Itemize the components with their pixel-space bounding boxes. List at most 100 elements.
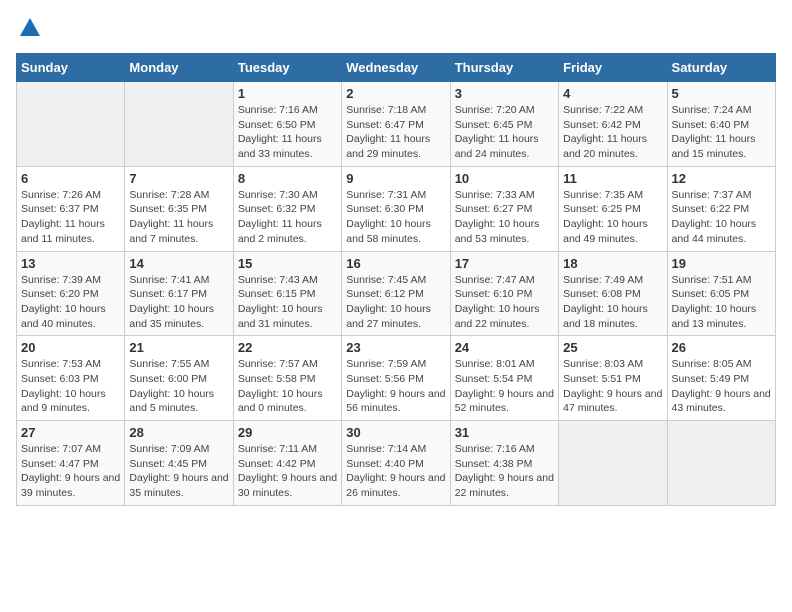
day-number: 29 [238, 425, 337, 440]
calendar-cell: 3 Sunrise: 7:20 AMSunset: 6:45 PMDaylight… [450, 82, 558, 167]
day-info: Sunrise: 7:37 AMSunset: 6:22 PMDaylight:… [672, 188, 771, 247]
calendar-cell: 15 Sunrise: 7:43 AMSunset: 6:15 PMDayligh… [233, 251, 341, 336]
column-header-tuesday: Tuesday [233, 54, 341, 82]
day-info: Sunrise: 7:45 AMSunset: 6:12 PMDaylight:… [346, 273, 445, 332]
calendar-cell: 28 Sunrise: 7:09 AMSunset: 4:45 PMDayligh… [125, 421, 233, 506]
day-info: Sunrise: 8:01 AMSunset: 5:54 PMDaylight:… [455, 357, 554, 416]
column-header-saturday: Saturday [667, 54, 775, 82]
calendar-cell [125, 82, 233, 167]
day-number: 6 [21, 171, 120, 186]
day-info: Sunrise: 7:09 AMSunset: 4:45 PMDaylight:… [129, 442, 228, 501]
day-info: Sunrise: 7:26 AMSunset: 6:37 PMDaylight:… [21, 188, 120, 247]
calendar-cell: 6 Sunrise: 7:26 AMSunset: 6:37 PMDaylight… [17, 166, 125, 251]
day-number: 12 [672, 171, 771, 186]
calendar-cell: 4 Sunrise: 7:22 AMSunset: 6:42 PMDaylight… [559, 82, 667, 167]
calendar-cell: 5 Sunrise: 7:24 AMSunset: 6:40 PMDaylight… [667, 82, 775, 167]
day-info: Sunrise: 7:22 AMSunset: 6:42 PMDaylight:… [563, 103, 662, 162]
calendar-week-row: 13Sunrise: 7:39 AMSunset: 6:20 PMDayligh… [17, 251, 776, 336]
calendar-cell: 19Sunrise: 7:51 AMSunset: 6:05 PMDayligh… [667, 251, 775, 336]
calendar-cell: 8Sunrise: 7:30 AMSunset: 6:32 PMDaylight… [233, 166, 341, 251]
calendar-cell: 1 Sunrise: 7:16 AMSunset: 6:50 PMDaylight… [233, 82, 341, 167]
calendar-cell: 10 Sunrise: 7:33 AMSunset: 6:27 PMDayligh… [450, 166, 558, 251]
day-number: 4 [563, 86, 662, 101]
calendar-cell: 25 Sunrise: 8:03 AMSunset: 5:51 PMDayligh… [559, 336, 667, 421]
day-number: 16 [346, 256, 445, 271]
page-header [16, 16, 776, 45]
day-info: Sunrise: 7:41 AMSunset: 6:17 PMDaylight:… [129, 273, 228, 332]
column-header-monday: Monday [125, 54, 233, 82]
day-info: Sunrise: 7:14 AMSunset: 4:40 PMDaylight:… [346, 442, 445, 501]
day-number: 11 [563, 171, 662, 186]
calendar-cell: 27 Sunrise: 7:07 AMSunset: 4:47 PMDayligh… [17, 421, 125, 506]
calendar-week-row: 20 Sunrise: 7:53 AMSunset: 6:03 PMDayligh… [17, 336, 776, 421]
day-info: Sunrise: 7:30 AMSunset: 6:32 PMDaylight:… [238, 188, 337, 247]
day-info: Sunrise: 8:03 AMSunset: 5:51 PMDaylight:… [563, 357, 662, 416]
day-number: 5 [672, 86, 771, 101]
day-number: 17 [455, 256, 554, 271]
day-number: 14 [129, 256, 228, 271]
calendar-cell: 21 Sunrise: 7:55 AMSunset: 6:00 PMDayligh… [125, 336, 233, 421]
column-header-wednesday: Wednesday [342, 54, 450, 82]
day-number: 27 [21, 425, 120, 440]
day-info: Sunrise: 7:33 AMSunset: 6:27 PMDaylight:… [455, 188, 554, 247]
calendar-cell [667, 421, 775, 506]
calendar-cell: 29 Sunrise: 7:11 AMSunset: 4:42 PMDayligh… [233, 421, 341, 506]
calendar-cell: 22 Sunrise: 7:57 AMSunset: 5:58 PMDayligh… [233, 336, 341, 421]
day-number: 7 [129, 171, 228, 186]
calendar-cell: 20 Sunrise: 7:53 AMSunset: 6:03 PMDayligh… [17, 336, 125, 421]
day-number: 9 [346, 171, 445, 186]
day-number: 13 [21, 256, 120, 271]
calendar-week-row: 27 Sunrise: 7:07 AMSunset: 4:47 PMDayligh… [17, 421, 776, 506]
day-number: 1 [238, 86, 337, 101]
day-info: Sunrise: 7:16 AMSunset: 4:38 PMDaylight:… [455, 442, 554, 501]
calendar-cell: 30Sunrise: 7:14 AMSunset: 4:40 PMDayligh… [342, 421, 450, 506]
column-header-friday: Friday [559, 54, 667, 82]
day-info: Sunrise: 7:43 AMSunset: 6:15 PMDaylight:… [238, 273, 337, 332]
logo [16, 16, 42, 45]
day-info: Sunrise: 7:59 AMSunset: 5:56 PMDaylight:… [346, 357, 445, 416]
calendar-cell: 24 Sunrise: 8:01 AMSunset: 5:54 PMDayligh… [450, 336, 558, 421]
day-number: 18 [563, 256, 662, 271]
day-number: 3 [455, 86, 554, 101]
day-info: Sunrise: 7:16 AMSunset: 6:50 PMDaylight:… [238, 103, 337, 162]
day-number: 31 [455, 425, 554, 440]
day-number: 23 [346, 340, 445, 355]
day-info: Sunrise: 7:11 AMSunset: 4:42 PMDaylight:… [238, 442, 337, 501]
day-info: Sunrise: 7:07 AMSunset: 4:47 PMDaylight:… [21, 442, 120, 501]
calendar-week-row: 1 Sunrise: 7:16 AMSunset: 6:50 PMDaylight… [17, 82, 776, 167]
calendar-week-row: 6 Sunrise: 7:26 AMSunset: 6:37 PMDaylight… [17, 166, 776, 251]
logo-text [16, 16, 42, 45]
day-number: 28 [129, 425, 228, 440]
calendar-cell: 7Sunrise: 7:28 AMSunset: 6:35 PMDaylight… [125, 166, 233, 251]
day-number: 21 [129, 340, 228, 355]
calendar-table: SundayMondayTuesdayWednesdayThursdayFrid… [16, 53, 776, 506]
day-number: 22 [238, 340, 337, 355]
calendar-cell: 16 Sunrise: 7:45 AMSunset: 6:12 PMDayligh… [342, 251, 450, 336]
calendar-cell: 12 Sunrise: 7:37 AMSunset: 6:22 PMDayligh… [667, 166, 775, 251]
day-info: Sunrise: 7:47 AMSunset: 6:10 PMDaylight:… [455, 273, 554, 332]
calendar-cell: 2Sunrise: 7:18 AMSunset: 6:47 PMDaylight… [342, 82, 450, 167]
day-info: Sunrise: 7:57 AMSunset: 5:58 PMDaylight:… [238, 357, 337, 416]
day-number: 15 [238, 256, 337, 271]
calendar-cell: 11Sunrise: 7:35 AMSunset: 6:25 PMDayligh… [559, 166, 667, 251]
calendar-cell: 9Sunrise: 7:31 AMSunset: 6:30 PMDaylight… [342, 166, 450, 251]
calendar-cell: 14 Sunrise: 7:41 AMSunset: 6:17 PMDayligh… [125, 251, 233, 336]
day-info: Sunrise: 7:55 AMSunset: 6:00 PMDaylight:… [129, 357, 228, 416]
calendar-cell: 31 Sunrise: 7:16 AMSunset: 4:38 PMDayligh… [450, 421, 558, 506]
calendar-cell: 26 Sunrise: 8:05 AMSunset: 5:49 PMDayligh… [667, 336, 775, 421]
logo-icon [18, 16, 42, 40]
day-info: Sunrise: 7:20 AMSunset: 6:45 PMDaylight:… [455, 103, 554, 162]
calendar-cell: 13Sunrise: 7:39 AMSunset: 6:20 PMDayligh… [17, 251, 125, 336]
day-info: Sunrise: 7:18 AMSunset: 6:47 PMDaylight:… [346, 103, 445, 162]
day-number: 19 [672, 256, 771, 271]
day-info: Sunrise: 7:24 AMSunset: 6:40 PMDaylight:… [672, 103, 771, 162]
day-info: Sunrise: 8:05 AMSunset: 5:49 PMDaylight:… [672, 357, 771, 416]
day-info: Sunrise: 7:53 AMSunset: 6:03 PMDaylight:… [21, 357, 120, 416]
day-number: 24 [455, 340, 554, 355]
day-number: 20 [21, 340, 120, 355]
day-number: 26 [672, 340, 771, 355]
day-number: 10 [455, 171, 554, 186]
day-number: 25 [563, 340, 662, 355]
day-info: Sunrise: 7:49 AMSunset: 6:08 PMDaylight:… [563, 273, 662, 332]
calendar-cell: 18 Sunrise: 7:49 AMSunset: 6:08 PMDayligh… [559, 251, 667, 336]
